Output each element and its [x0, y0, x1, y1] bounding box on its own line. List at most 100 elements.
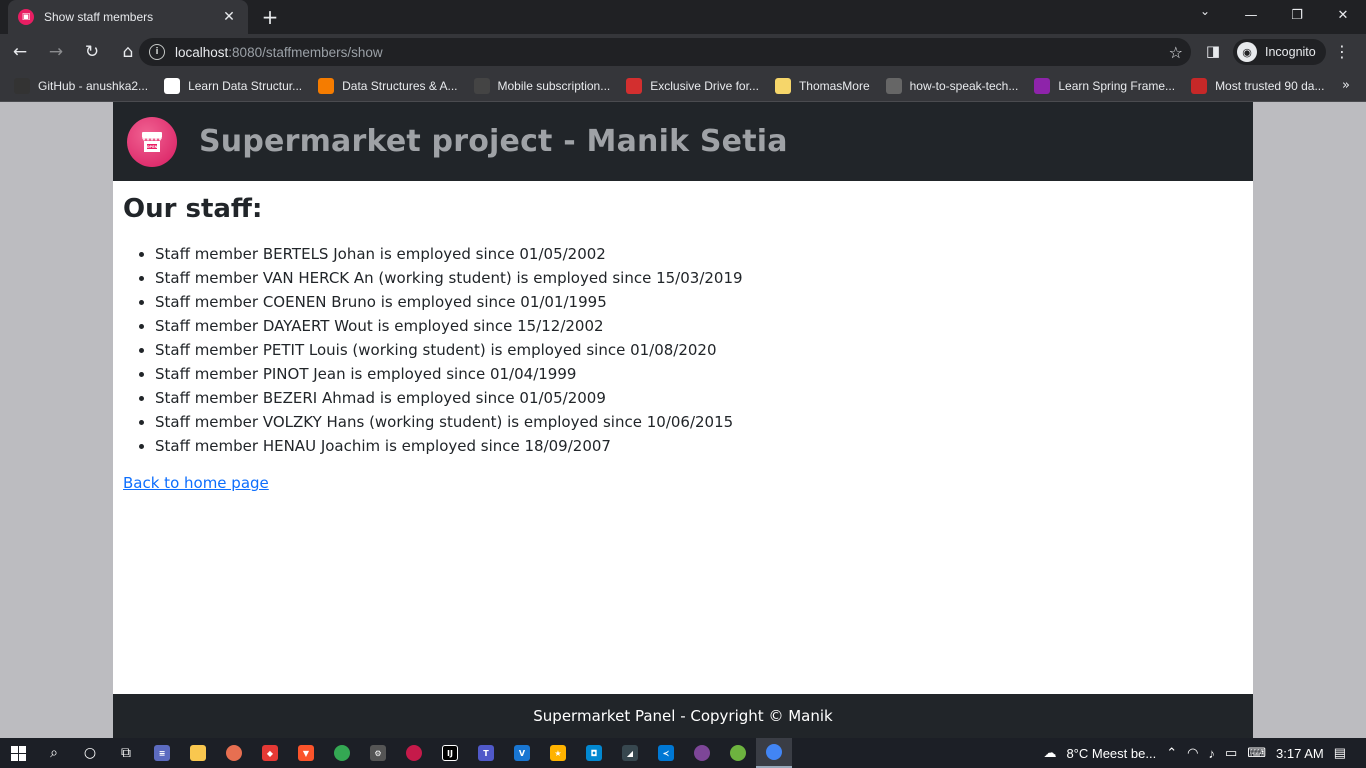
raspberry-icon[interactable] [396, 738, 432, 768]
bookmark-label: Mobile subscription... [497, 78, 611, 93]
windows-start-icon[interactable] [0, 738, 36, 768]
new-tab-icon[interactable]: + [258, 5, 282, 29]
mobile-icon [473, 77, 490, 94]
site-footer: Supermarket Panel - Copyright © Manik [113, 694, 1253, 738]
bookmark-label: Learn Spring Frame... [1058, 78, 1176, 93]
chevron-up-icon[interactable]: ⌃ [1166, 745, 1177, 761]
app-icon-2[interactable] [216, 738, 252, 768]
bookmark-label: Learn Data Structur... [188, 78, 303, 93]
weather-icon[interactable]: ☁ [1043, 745, 1056, 761]
bookmarks-bar: GitHub - anushka2... Learn Data Structur.… [0, 70, 1366, 102]
svg-text:OPEN: OPEN [147, 145, 158, 149]
window-controls: — ❐ ✕ [1228, 0, 1366, 30]
file-explorer-icon[interactable] [180, 738, 216, 768]
browser-menu-icon[interactable]: ⋮ [1334, 42, 1350, 61]
clock-text[interactable]: 3:17 AM [1276, 746, 1324, 761]
app-icon-6[interactable]: ★ [540, 738, 576, 768]
site-info-icon[interactable]: i [149, 44, 165, 60]
staff-list-item: Staff member BEZERI Ahmad is employed si… [155, 386, 1243, 410]
cortana-icon[interactable]: ○ [72, 738, 108, 768]
reload-icon[interactable]: ↻ [76, 36, 108, 68]
side-panel-icon[interactable]: ◨ [1203, 42, 1223, 62]
notifications-icon[interactable]: ▤ [1334, 745, 1346, 761]
web-page: OPEN Supermarket project - Manik Setia O… [113, 102, 1253, 738]
forward-arrow-icon[interactable]: → [40, 36, 72, 68]
windows-taskbar: ⌕ ○ ⧉ ≡ ◆ ▼ ⚙ IJ T V ★ ◘ ◢ ≺ ☁ 8°C Meest… [0, 738, 1366, 768]
system-tray: ☁ 8°C Meest be... ⌃ ◠ ♪ ▭ ⌨ 3:17 AM ▤ [1043, 738, 1366, 768]
wifi-icon[interactable]: ◠ [1187, 745, 1198, 761]
footer-text: Supermarket Panel - Copyright © Manik [533, 707, 833, 725]
browser-tabstrip: ▣ Show staff members ✕ + ⌄ — ❐ ✕ [0, 0, 1366, 34]
weather-text[interactable]: 8°C Meest be... [1066, 746, 1156, 761]
bookmark-label: Data Structures & A... [342, 78, 458, 93]
incognito-profile-button[interactable]: ◉ Incognito [1233, 39, 1326, 65]
store-favicon-icon: ▣ [18, 9, 34, 25]
close-tab-icon[interactable]: ✕ [220, 9, 238, 25]
globe-icon [885, 77, 902, 94]
incognito-icon: ◉ [1237, 42, 1257, 62]
staff-list-item: Staff member PINOT Jean is employed sinc… [155, 362, 1243, 386]
address-bar[interactable]: i localhost:8080/staffmembers/show ☆ [139, 38, 1191, 66]
tor-icon[interactable] [684, 738, 720, 768]
bookmark-star-icon[interactable]: ☆ [1169, 43, 1183, 62]
volume-icon[interactable]: ♪ [1208, 746, 1215, 761]
battery-icon[interactable]: ▭ [1225, 745, 1237, 761]
store-logo-icon: OPEN [127, 116, 177, 167]
bookmark-item[interactable]: GitHub - anushka2... [14, 77, 148, 94]
staff-list-item: Staff member VOLZKY Hans (working studen… [155, 410, 1243, 434]
page-title: Our staff: [123, 194, 263, 224]
bookmark-item[interactable]: Learn Spring Frame... [1034, 77, 1176, 94]
folder-icon [774, 77, 791, 94]
cc-icon [164, 77, 181, 94]
bookmark-label: Exclusive Drive for... [650, 78, 759, 93]
back-home-link[interactable]: Back to home page [123, 474, 269, 492]
url-path: :8080/staffmembers/show [228, 44, 383, 60]
staff-list-item: Staff member PETIT Louis (working studen… [155, 338, 1243, 362]
github-icon [14, 77, 30, 94]
staff-list: Staff member BERTELS Johan is employed s… [123, 242, 1243, 458]
tab-search-chevron-icon[interactable]: ⌄ [1195, 4, 1215, 18]
keyboard-icon[interactable]: ⌨ [1247, 745, 1266, 761]
vscode-icon[interactable]: ≺ [648, 738, 684, 768]
bookmark-item[interactable]: ThomasMore [774, 77, 870, 94]
site-header: OPEN Supermarket project - Manik Setia [113, 102, 1253, 181]
bookmark-item[interactable]: Learn Data Structur... [164, 77, 303, 94]
bookmark-item[interactable]: Data Structures & A... [318, 77, 458, 94]
cc-orange-icon [318, 77, 335, 94]
task-view-icon[interactable]: ⧉ [108, 738, 144, 768]
tab-title: Show staff members [44, 10, 154, 24]
chrome-active-icon[interactable] [756, 738, 792, 768]
teams-icon[interactable]: T [468, 738, 504, 768]
app-icon-4[interactable]: ⚙ [360, 738, 396, 768]
app-icon-8[interactable]: ◢ [612, 738, 648, 768]
more-bookmarks-icon[interactable]: » [1342, 78, 1350, 93]
close-window-icon[interactable]: ✕ [1320, 0, 1366, 30]
restore-icon[interactable]: ❐ [1274, 0, 1320, 30]
incognito-label: Incognito [1265, 45, 1316, 59]
bookmark-label: Most trusted 90 da... [1215, 78, 1325, 93]
bookmark-item[interactable]: how-to-speak-tech... [885, 77, 1018, 94]
brave-icon[interactable]: ▼ [288, 738, 324, 768]
app-icon-3[interactable]: ◆ [252, 738, 288, 768]
app-icon-5[interactable]: V [504, 738, 540, 768]
url-host: localhost [175, 44, 229, 60]
spring-icon[interactable] [720, 738, 756, 768]
minimize-icon[interactable]: — [1228, 0, 1274, 30]
search-icon[interactable]: ⌕ [36, 738, 72, 768]
intellij-icon[interactable]: IJ [432, 738, 468, 768]
tuf-icon [1191, 77, 1208, 94]
bookmark-item[interactable]: Exclusive Drive for... [626, 77, 759, 94]
app-icon-1[interactable]: ≡ [144, 738, 180, 768]
bookmark-item[interactable]: Most trusted 90 da... [1191, 77, 1325, 94]
staff-list-item: Staff member COENEN Bruno is employed si… [155, 290, 1243, 314]
chrome-icon[interactable] [324, 738, 360, 768]
m-red-icon [626, 77, 643, 94]
app-icon-7[interactable]: ◘ [576, 738, 612, 768]
bookmark-item[interactable]: Mobile subscription... [473, 77, 611, 94]
u-purple-icon [1034, 77, 1051, 94]
back-arrow-icon[interactable]: ← [4, 36, 36, 68]
browser-toolbar: ← → ↻ ⌂ i localhost:8080/staffmembers/sh… [0, 34, 1366, 70]
staff-list-item: Staff member DAYAERT Wout is employed si… [155, 314, 1243, 338]
browser-tab[interactable]: ▣ Show staff members ✕ [8, 0, 248, 34]
staff-list-item: Staff member BERTELS Johan is employed s… [155, 242, 1243, 266]
